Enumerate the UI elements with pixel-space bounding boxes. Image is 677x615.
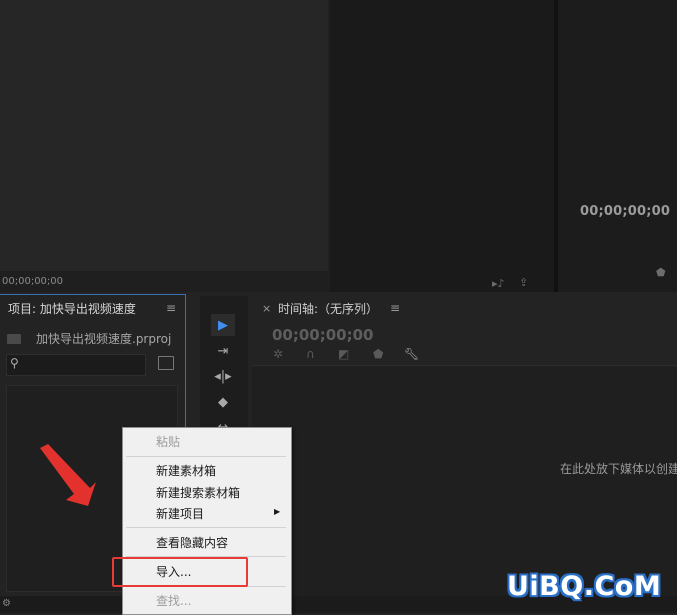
menu-item-paste[interactable]: 粘贴: [156, 433, 180, 450]
marker-icon[interactable]: ⬟: [656, 266, 666, 279]
program-monitor-video: [330, 0, 554, 292]
project-panel-menu-icon[interactable]: ≡: [166, 301, 176, 315]
folder-icon: [7, 334, 21, 344]
marker-icon[interactable]: ⬟: [373, 347, 383, 361]
ripple-edit-tool-icon[interactable]: ◂|▸: [211, 365, 235, 387]
timeline-timecode[interactable]: 00;00;00;00: [272, 326, 374, 344]
track-select-tool-icon[interactable]: ⇥: [211, 340, 235, 362]
menu-item-new-search-bin[interactable]: 新建搜索素材箱: [156, 484, 240, 501]
timeline-drop-hint: 在此处放下媒体以创建: [560, 462, 677, 476]
menu-separator: [126, 527, 286, 528]
project-file-name: 加快导出视频速度.prproj: [36, 332, 172, 346]
menu-item-reveal-hidden[interactable]: 查看隐藏内容: [156, 534, 228, 551]
timeline-track-area[interactable]: [252, 365, 677, 597]
timeline-menu-icon[interactable]: ≡: [390, 301, 400, 315]
red-arrow-annotation: [40, 444, 96, 506]
project-panel-tab[interactable]: 项目: 加快导出视频速度: [8, 300, 136, 317]
add-marker-icon[interactable]: ◩: [338, 347, 349, 361]
menu-separator: [126, 456, 286, 457]
source-video-area: [0, 0, 328, 271]
status-icon: ⚙: [2, 598, 11, 609]
linked-selection-icon[interactable]: ∩: [306, 347, 315, 361]
razor-tool-icon[interactable]: ◆: [211, 391, 235, 413]
program-monitor: [558, 0, 677, 292]
timeline-tab[interactable]: 时间轴:（无序列）: [278, 300, 378, 317]
import-highlight-box: [112, 557, 248, 587]
project-search-input[interactable]: [6, 354, 146, 376]
export-frame-icon[interactable]: ⇪: [519, 276, 528, 289]
wrench-icon[interactable]: 🔧︎: [404, 347, 419, 361]
selection-tool-icon[interactable]: ▶: [211, 314, 235, 336]
submenu-arrow-icon: ▶: [274, 507, 281, 516]
menu-item-find[interactable]: 查找...: [156, 592, 191, 609]
timeline-close-icon[interactable]: ×: [262, 302, 271, 315]
audio-icon[interactable]: ▸♪: [492, 277, 505, 290]
program-timecode[interactable]: 00;00;00;00: [580, 204, 670, 219]
watermark-logo: UiBQ.CoM: [507, 571, 662, 602]
menu-item-new-bin[interactable]: 新建素材箱: [156, 462, 216, 479]
new-bin-icon[interactable]: [158, 356, 174, 370]
snap-icon[interactable]: ✲: [273, 347, 283, 361]
source-timecode[interactable]: 00;00;00;00: [2, 276, 63, 287]
menu-item-new-item[interactable]: 新建项目: [156, 505, 204, 522]
search-icon: ⚲: [10, 356, 19, 370]
